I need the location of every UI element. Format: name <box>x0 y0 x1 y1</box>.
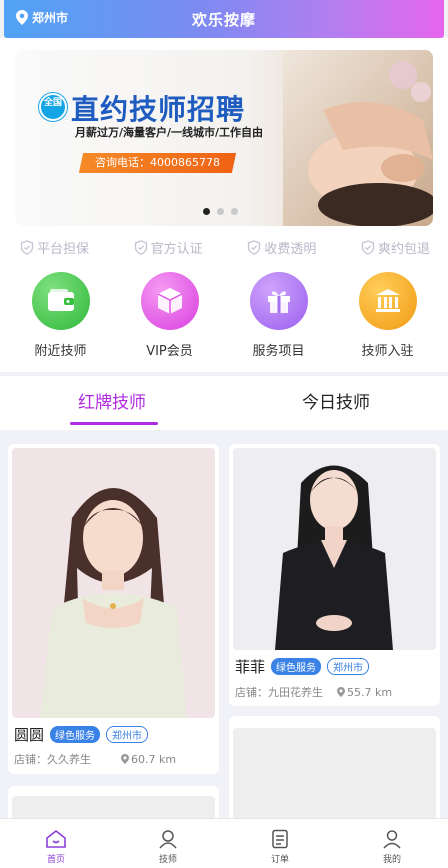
home-icon <box>46 829 66 848</box>
quick-entry-join[interactable]: 技师入驻 <box>338 272 438 359</box>
guarantee-label: 官方认证 <box>150 242 203 257</box>
tab-top-therapists[interactable]: 红牌技师 <box>0 376 224 430</box>
nav-home[interactable]: 首页 <box>0 819 112 868</box>
user-icon <box>383 830 401 849</box>
city-tag: 郑州市 <box>327 658 370 675</box>
quick-entry-nearby[interactable]: 附近技师 <box>11 272 111 359</box>
therapist-card-placeholder <box>229 716 440 826</box>
distance-value: 55.7 km <box>347 685 393 699</box>
banner-pagination <box>203 208 238 215</box>
bank-icon <box>358 272 417 330</box>
therapist-name: 圆圆 <box>14 726 45 744</box>
pagination-dot[interactable] <box>231 208 238 215</box>
wallet-icon <box>31 272 90 330</box>
guarantee-label: 平台担保 <box>37 242 90 257</box>
page-title: 欢乐按摩 <box>191 11 256 29</box>
banner-subline: 月薪过万/海量客户/一线城市/工作自由 <box>75 126 264 139</box>
therapist-icon <box>159 830 177 849</box>
distance-value: 60.7 km <box>131 752 177 766</box>
quick-entry-grid: 附近技师 VIP会员 服务项目 技师入驻 <box>0 272 448 359</box>
nav-label: 技师 <box>158 855 177 865</box>
shield-check-icon <box>134 240 147 255</box>
guarantee-label: 收费透明 <box>264 242 317 257</box>
order-icon <box>272 829 288 849</box>
nav-therapists[interactable]: 技师 <box>112 819 224 868</box>
quick-entry-vip[interactable]: VIP会员 <box>120 272 220 359</box>
quick-entry-label: 服务项目 <box>252 344 305 359</box>
app-header: 郑州市 欢乐按摩 <box>4 0 444 38</box>
nav-label: 首页 <box>46 855 65 865</box>
shop-label: 店铺：久久养生 <box>14 753 91 766</box>
guarantee-item: 爽约包退 <box>361 238 430 257</box>
recruit-banner[interactable]: 全国 直约技师招聘 月薪过万/海量客户/一线城市/工作自由 咨询电话：40008… <box>15 50 433 226</box>
therapist-photo <box>12 448 215 718</box>
therapist-name: 菲菲 <box>235 658 266 676</box>
banner-badge: 全国 <box>39 93 67 121</box>
nav-profile[interactable]: 我的 <box>336 819 448 868</box>
quick-entry-services[interactable]: 服务项目 <box>229 272 329 359</box>
guarantee-item: 官方认证 <box>134 238 203 257</box>
therapist-meta: 店铺：久久养生 60.7 km <box>14 751 214 767</box>
photo-placeholder <box>233 728 436 826</box>
banner-phone-text: 咨询电话：4000865778 <box>95 156 220 169</box>
therapist-card[interactable]: 圆圆 绿色服务 郑州市 店铺：久久养生 60.7 km <box>8 444 219 774</box>
location-pin-icon <box>337 687 345 697</box>
therapist-meta: 店铺：九田花养生 55.7 km <box>235 684 435 700</box>
city-tag: 郑州市 <box>106 726 149 743</box>
nav-label: 我的 <box>382 855 401 865</box>
cube-icon <box>140 272 199 330</box>
guarantee-item: 平台担保 <box>20 238 89 257</box>
quick-entry-label: VIP会员 <box>146 344 193 359</box>
guarantee-strip: 平台担保 官方认证 收费透明 爽约包退 <box>20 238 430 257</box>
distance-info: 60.7 km <box>121 753 176 766</box>
therapist-name-row: 圆圆 绿色服务 郑州市 <box>14 724 149 745</box>
service-tag: 绿色服务 <box>271 658 322 675</box>
distance-info: 55.7 km <box>337 686 392 699</box>
banner-phone: 咨询电话：4000865778 <box>78 153 237 173</box>
guarantee-label: 爽约包退 <box>377 242 430 257</box>
therapist-photo <box>233 448 436 650</box>
gift-icon <box>249 272 308 330</box>
banner-headline: 直约技师招聘 <box>71 93 246 126</box>
bottom-navigation: 首页 技师 订单 我的 <box>0 818 448 868</box>
therapist-name-row: 菲菲 绿色服务 郑州市 <box>235 656 370 677</box>
shop-label: 店铺：九田花养生 <box>235 686 323 699</box>
shield-check-icon <box>248 240 261 255</box>
shield-check-icon <box>20 240 34 255</box>
location-pin-icon <box>121 754 129 764</box>
guarantee-item: 收费透明 <box>247 238 316 257</box>
service-tag: 绿色服务 <box>50 726 101 743</box>
shield-check-icon <box>361 240 375 255</box>
pagination-dot[interactable] <box>217 208 224 215</box>
therapist-tabs: 红牌技师 今日技师 <box>0 376 448 430</box>
pagination-dot[interactable] <box>203 208 210 215</box>
therapist-card[interactable]: 菲菲 绿色服务 郑州市 店铺：九田花养生 55.7 km <box>229 444 440 706</box>
nav-orders[interactable]: 订单 <box>224 819 336 868</box>
quick-entry-label: 技师入驻 <box>361 344 414 359</box>
massage-photo-image <box>283 50 433 226</box>
nav-label: 订单 <box>270 855 289 865</box>
tab-today-therapists[interactable]: 今日技师 <box>224 376 448 430</box>
quick-entry-label: 附近技师 <box>34 344 87 359</box>
